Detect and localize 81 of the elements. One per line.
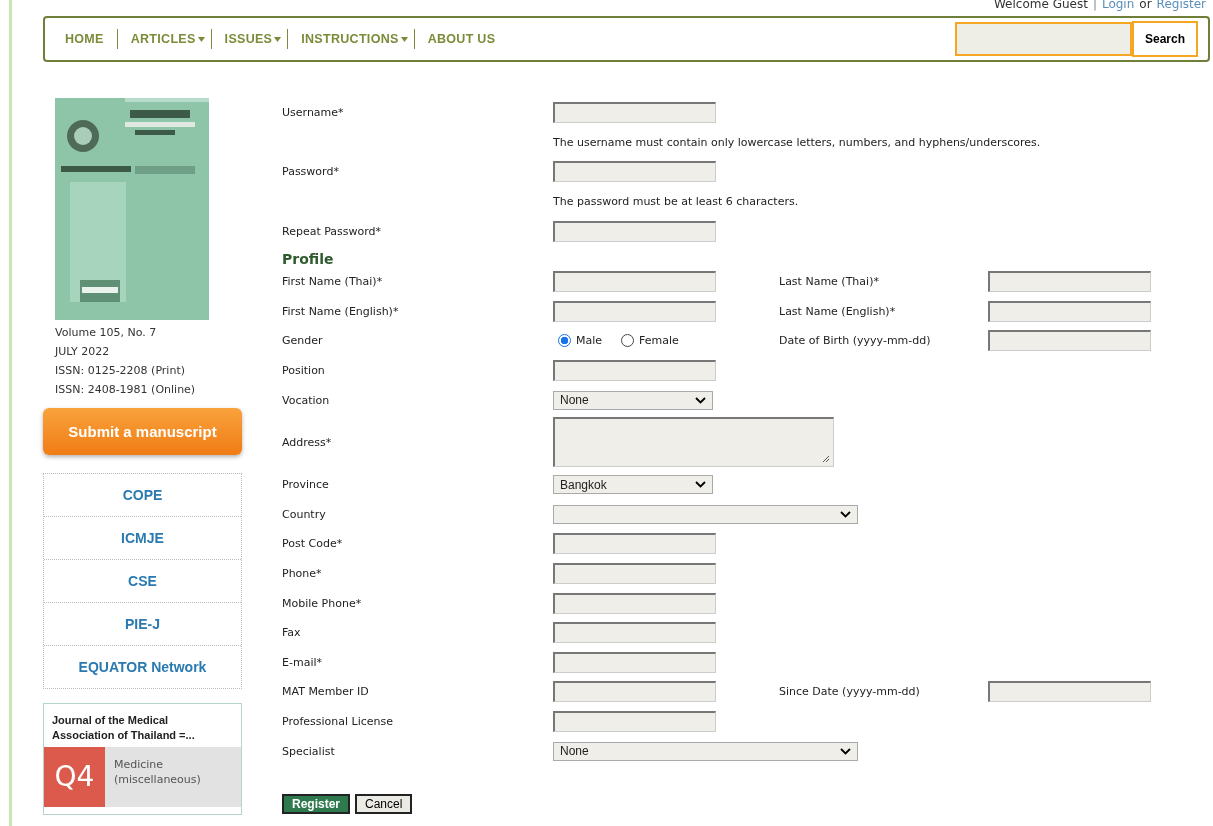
text-area[interactable] xyxy=(553,417,834,468)
field-label: Last Name (Thai)* xyxy=(779,275,879,289)
ranking-widget[interactable]: Journal of the Medical Association of Thailand =... Q4 Medicine (miscellaneous) xyxy=(43,703,242,815)
field-label: Fax xyxy=(282,626,301,640)
input-field[interactable] xyxy=(988,681,1151,703)
input-field[interactable] xyxy=(988,300,1151,322)
nav-item[interactable]: ARTICLES xyxy=(116,29,211,49)
input-field[interactable] xyxy=(553,533,716,555)
dropdown[interactable]: None xyxy=(553,390,713,410)
nav-item[interactable]: ISSUES xyxy=(210,29,288,49)
sidebar-link[interactable]: CSE xyxy=(128,573,157,589)
submit-manuscript-button[interactable]: Submit a manuscript xyxy=(43,408,242,455)
field-label: Username* xyxy=(282,106,344,120)
nav-item[interactable]: ABOUT US xyxy=(413,29,502,49)
field-label: Country xyxy=(282,507,326,521)
issue-info-text: Volume 105, No. 7 xyxy=(55,325,158,341)
nav-item[interactable]: HOME xyxy=(65,29,117,49)
register-button[interactable]: Register xyxy=(282,793,351,814)
quartile-badge: Q4 xyxy=(44,747,105,807)
hint-text: The password must be at least 6 characters. xyxy=(553,195,799,209)
field-label: Mobile Phone* xyxy=(282,596,362,610)
field-label: Since Date (yyyy-mm-dd) xyxy=(779,685,920,699)
input-field[interactable] xyxy=(553,681,716,703)
input-field[interactable] xyxy=(553,271,716,293)
issue-info-text: ISSN: 2408-1981 (Online) xyxy=(55,382,197,398)
issue-info-text: JULY 2022 xyxy=(55,344,111,360)
input-field[interactable] xyxy=(553,161,716,183)
resize-grip-icon xyxy=(822,455,830,464)
radio-button[interactable] xyxy=(621,334,635,348)
dropdown[interactable] xyxy=(553,504,858,524)
field-label: E-mail* xyxy=(282,655,322,669)
chevron-icon xyxy=(695,481,706,489)
input-field[interactable] xyxy=(988,271,1151,293)
issue-info-text: ISSN: 0125-2208 (Print) xyxy=(55,363,186,379)
field-label: Specialist xyxy=(282,744,335,758)
dropdown[interactable]: Bangkok xyxy=(553,475,713,495)
search-button[interactable]: Search xyxy=(1132,20,1198,57)
field-label: First Name (English)* xyxy=(282,304,399,318)
field-label: Repeat Password* xyxy=(282,224,382,238)
chevron-icon xyxy=(695,396,706,404)
hint-text: The username must contain only lowercase letters, numbers, and hyphens/underscores. xyxy=(553,135,1041,149)
input-field[interactable] xyxy=(553,651,716,673)
radio-button[interactable] xyxy=(558,334,571,348)
radio-option[interactable]: Male xyxy=(558,334,603,348)
sidebar-link[interactable]: EQUATOR Network xyxy=(78,659,207,675)
radio-option[interactable]: Female xyxy=(621,334,679,348)
field-label: Address* xyxy=(282,435,332,449)
input-field[interactable] xyxy=(553,300,716,322)
field-label: Last Name (English)* xyxy=(779,304,896,318)
field-label: First Name (Thai)* xyxy=(282,275,383,289)
chevron-icon xyxy=(840,510,851,518)
field-label: Password* xyxy=(282,165,339,179)
field-label: Post Code* xyxy=(282,537,343,551)
input-field[interactable] xyxy=(553,102,716,124)
search-field[interactable] xyxy=(955,21,1132,56)
section-heading: Profile xyxy=(282,250,334,267)
field-label: Position xyxy=(282,364,325,378)
sidebar-link[interactable]: COPE xyxy=(122,487,163,503)
or-text: or xyxy=(1139,0,1152,11)
input-field[interactable] xyxy=(553,563,716,584)
nav-item[interactable]: INSTRUCTIONS xyxy=(287,29,414,49)
sidebar-link[interactable]: PIE-J xyxy=(125,616,160,632)
field-label: Vocation xyxy=(282,393,330,407)
input-field[interactable] xyxy=(553,220,716,242)
field-label: Professional License xyxy=(282,715,394,728)
input-field[interactable] xyxy=(553,360,716,382)
field-label: Province xyxy=(282,478,329,492)
field-label: Gender xyxy=(282,334,323,348)
journal-title: Journal of the Medical Association of Thailand =... xyxy=(51,713,196,743)
field-label: MAT Member ID xyxy=(282,685,369,699)
input-field[interactable] xyxy=(988,330,1151,352)
field-label: Phone* xyxy=(282,567,322,580)
input-field[interactable] xyxy=(553,711,716,732)
input-field[interactable] xyxy=(553,622,716,644)
cancel-button[interactable]: Cancel xyxy=(355,793,413,814)
field-label: Date of Birth (yyyy-mm-dd) xyxy=(779,334,931,348)
chevron-icon xyxy=(840,747,851,755)
sidebar-link[interactable]: ICMJE xyxy=(121,530,164,546)
input-field[interactable] xyxy=(553,592,716,614)
category-text: Medicine (miscellaneous) xyxy=(112,757,202,788)
dropdown[interactable]: None xyxy=(553,741,858,761)
